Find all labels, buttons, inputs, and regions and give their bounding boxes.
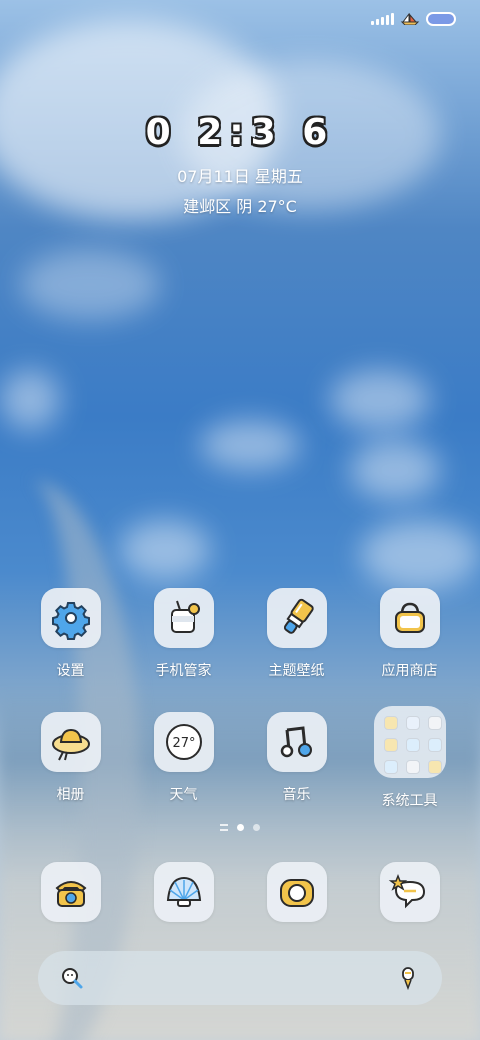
app-label: 应用商店	[381, 663, 438, 679]
app-label: 设置	[56, 663, 85, 679]
folder-icon[interactable]	[373, 706, 446, 778]
page-dot-active	[237, 824, 244, 831]
hat-icon	[51, 728, 90, 761]
folder-system-tools[interactable]: 系统工具	[353, 706, 466, 810]
status-bar	[371, 12, 456, 26]
folder-label: 系统工具	[381, 793, 438, 809]
page-dot	[253, 824, 260, 831]
music-note-icon	[280, 726, 312, 758]
clock-time: 0 2:3 6	[145, 112, 335, 153]
phone-tile[interactable]	[40, 862, 101, 922]
battery-icon	[426, 12, 456, 26]
clock-widget[interactable]: 0 2:3 6 07月11日 星期五 建邺区 阴 27°C	[0, 112, 480, 217]
sailboat-icon	[400, 13, 420, 25]
browser-tile[interactable]	[153, 862, 214, 922]
dock	[14, 862, 466, 922]
dock-camera[interactable]	[240, 862, 353, 922]
weather-badge-text: 27°	[172, 736, 195, 751]
app-themes[interactable]: 主题壁纸	[240, 588, 353, 680]
app-label: 音乐	[282, 787, 311, 803]
bag-icon	[394, 602, 425, 633]
phone-manager-tile[interactable]	[153, 588, 214, 648]
app-label: 主题壁纸	[268, 663, 325, 679]
weather-tile[interactable]: 27°	[153, 712, 214, 772]
app-grid-row-1: 设置 手机管家 主题壁纸 应用商店	[14, 588, 466, 680]
paintbrush-icon	[283, 598, 314, 634]
dock-browser[interactable]	[127, 862, 240, 922]
search-icon[interactable]	[60, 966, 84, 990]
app-phone-manager[interactable]: 手机管家	[127, 588, 240, 680]
shell-icon	[166, 876, 201, 907]
app-store[interactable]: 应用商店	[353, 588, 466, 680]
microphone-icon[interactable]	[396, 966, 420, 990]
app-label: 天气	[169, 787, 198, 803]
weather-badge-icon: 27°	[165, 724, 202, 760]
signal-icon	[371, 13, 394, 25]
dock-messages[interactable]	[353, 862, 466, 922]
app-music[interactable]: 音乐	[240, 712, 353, 810]
dock-phone[interactable]	[14, 862, 127, 922]
app-label: 相册	[56, 787, 85, 803]
messages-tile[interactable]	[379, 862, 440, 922]
clock-date: 07月11日 星期五	[177, 167, 303, 186]
themes-tile[interactable]	[266, 588, 327, 648]
weather-summary: 建邺区 阴 27°C	[183, 197, 297, 216]
telephone-icon	[55, 881, 86, 907]
page-list-icon	[220, 824, 228, 831]
app-weather[interactable]: 27° 天气	[127, 712, 240, 810]
camera-icon	[279, 879, 314, 907]
message-icon	[388, 873, 425, 909]
app-gallery[interactable]: 相册	[14, 712, 127, 810]
app-settings[interactable]: 设置	[14, 588, 127, 680]
gear-icon	[51, 602, 90, 640]
settings-tile[interactable]	[40, 588, 101, 648]
app-grid-row-2: 相册 27° 天气 音乐 系统工具	[14, 706, 466, 810]
gallery-tile[interactable]	[40, 712, 101, 772]
cup-icon	[170, 600, 200, 633]
camera-tile[interactable]	[266, 862, 327, 922]
music-tile[interactable]	[266, 712, 327, 772]
app-store-tile[interactable]	[379, 588, 440, 648]
page-indicator[interactable]	[0, 824, 480, 831]
search-bar[interactable]	[38, 951, 442, 1005]
app-label: 手机管家	[155, 663, 212, 679]
